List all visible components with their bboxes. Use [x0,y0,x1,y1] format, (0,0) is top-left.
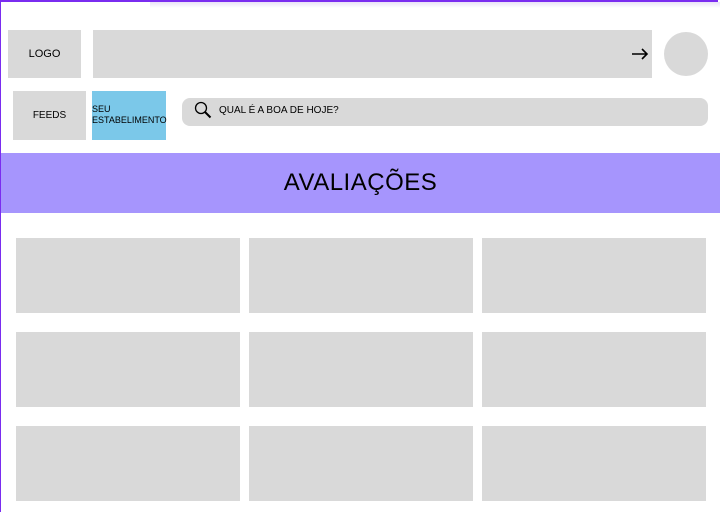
establishment-button[interactable]: SEU ESTABELIMENTO [92,91,167,140]
avatar[interactable] [664,32,708,76]
top-shadow [150,2,720,8]
review-card[interactable] [16,426,240,501]
review-card[interactable] [16,238,240,313]
review-card[interactable] [482,332,706,407]
top-bar-input[interactable] [93,30,652,78]
establishment-label: SEU ESTABELIMENTO [92,104,167,125]
review-card[interactable] [482,238,706,313]
arrow-right-icon[interactable] [630,44,650,64]
search-placeholder: QUAL É A BOA DE HOJE? [219,105,339,116]
review-card[interactable] [16,332,240,407]
review-card[interactable] [249,238,473,313]
feeds-label: FEEDS [32,110,67,121]
search-icon [194,101,212,119]
section-title: AVALIAÇÕES [283,169,438,196]
review-card[interactable] [249,332,473,407]
section-banner: AVALIAÇÕES [1,153,720,213]
review-card[interactable] [482,426,706,501]
feeds-button[interactable]: FEEDS [13,91,86,140]
logo-label: LOGO [28,48,61,60]
review-card[interactable] [249,426,473,501]
logo[interactable]: LOGO [8,30,81,78]
